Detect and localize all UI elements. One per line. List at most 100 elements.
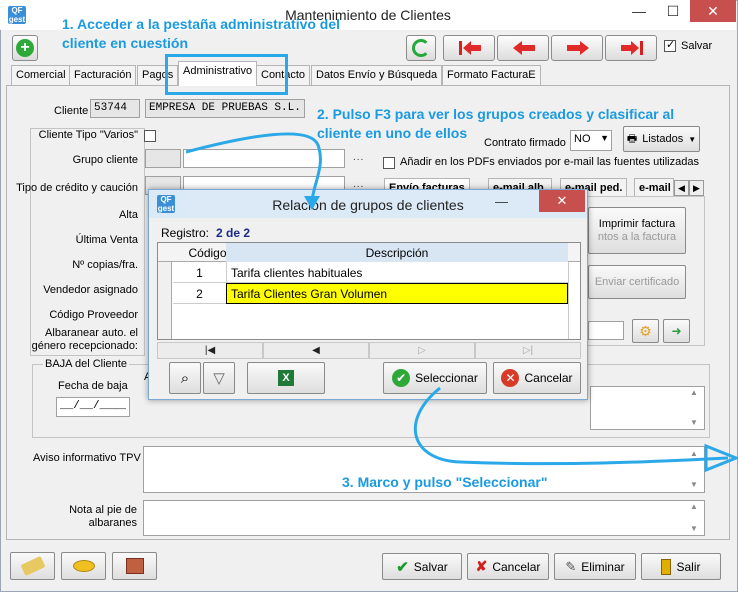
grupo-cliente-lookup[interactable]: ... <box>353 152 364 163</box>
aviso-scroll-up-icon[interactable]: ▲ <box>690 449 698 458</box>
salvar-checkbox-label: Salvar <box>681 40 713 52</box>
table-row[interactable]: 1 Tarifa clientes habituales <box>173 262 568 283</box>
filter-button[interactable]: ▽ <box>203 362 235 394</box>
nav-prev-button[interactable]: ◀ <box>263 342 369 359</box>
dialog-cancelar-button[interactable]: ✕ Cancelar <box>493 362 581 394</box>
tab-highlight-frame <box>165 54 288 95</box>
grid-right-border <box>568 262 569 339</box>
cancelar-button[interactable]: ✘ Cancelar <box>467 553 549 580</box>
table-row-selected[interactable]: 2 Tarifa Clientes Gran Volumen <box>173 283 568 304</box>
dropdown-arrow-icon: ▼ <box>688 134 697 144</box>
cert-field[interactable] <box>588 321 624 340</box>
enviar-certificado-button[interactable]: Enviar certificado <box>588 265 686 299</box>
nota-pie-label-1: Nota al pie de <box>69 504 137 516</box>
nota-scroll-down-icon[interactable]: ▼ <box>690 524 698 533</box>
minimize-button[interactable]: — <box>622 0 656 22</box>
dialog-title: Relacion de grupos de clientes <box>272 197 464 213</box>
printer-icon: 🖶 <box>626 132 638 145</box>
grupo-cliente-code-field[interactable] <box>145 149 181 168</box>
tab-datos-envio[interactable]: Datos Envío y Búsqueda <box>311 65 443 85</box>
search-button[interactable]: ⌕ <box>169 362 201 394</box>
close-button[interactable]: ✕ <box>690 0 736 22</box>
cliente-name-field[interactable]: EMPRESA DE PRUEBAS S.L. <box>145 99 305 118</box>
tab-comercial[interactable]: Comercial <box>11 65 71 85</box>
eliminar-button-label: Eliminar <box>581 559 625 574</box>
vendedor-label: Vendedor asignado <box>43 284 138 296</box>
row-codigo-cell: 2 <box>196 287 203 301</box>
grupos-grid: Código Descripción 1 Tarifa clientes hab… <box>157 242 581 340</box>
subtab-scroll-right[interactable]: ▶ <box>689 180 704 196</box>
imprimir-factura-button[interactable]: Imprimir factura ntos a la factura <box>588 207 686 254</box>
contrato-select[interactable]: NO ▼ <box>570 130 612 151</box>
last-arrow-icon <box>621 41 643 55</box>
first-arrow-icon <box>459 41 481 55</box>
note-2-line-1: 2. Pulso F3 para ver los grupos creados … <box>317 106 675 122</box>
motivo-baja-field[interactable] <box>590 386 705 430</box>
package-button[interactable] <box>112 552 157 580</box>
next-record-button[interactable] <box>551 35 603 61</box>
cross-icon: ✘ <box>475 558 488 574</box>
exit-door-icon <box>661 558 672 575</box>
grupo-cliente-desc-field[interactable] <box>183 149 345 168</box>
binoculars-icon: ⌕ <box>180 369 190 387</box>
gear-icon: ⚙ <box>639 322 652 339</box>
listados-button[interactable]: 🖶 Listados ▼ <box>623 126 700 152</box>
cliente-code-field[interactable]: 53744 <box>90 99 140 118</box>
row-selector-column <box>158 262 172 339</box>
row-desc-cell: Tarifa Clientes Gran Volumen <box>231 287 388 301</box>
tag-icon <box>19 555 46 577</box>
eliminar-button[interactable]: ✎ Eliminar <box>554 553 636 580</box>
scroll-up-icon[interactable]: ▲ <box>690 388 698 397</box>
col-desc-header[interactable]: Descripción <box>226 246 568 260</box>
baja-group-title: BAJA del Cliente <box>43 358 129 370</box>
alta-label: Alta <box>119 209 138 221</box>
tag-button[interactable] <box>10 552 55 580</box>
maximize-button[interactable]: ☐ <box>656 0 690 22</box>
dialog-minimize-button[interactable]: — <box>495 194 508 209</box>
cert-send-button[interactable]: ➜ <box>663 319 690 343</box>
nav-last-button[interactable]: ▷| <box>475 342 581 359</box>
nav-first-button[interactable]: |◀ <box>157 342 263 359</box>
seleccionar-button[interactable]: ✔ Seleccionar <box>383 362 487 394</box>
salvar-button[interactable]: ✔ Salvar <box>382 553 462 580</box>
previous-record-button[interactable] <box>497 35 549 61</box>
tipo-varios-checkbox[interactable] <box>144 130 156 142</box>
nota-pie-label-2: albaranes <box>88 517 137 529</box>
nav-next-button[interactable]: ▷ <box>369 342 475 359</box>
coins-button[interactable] <box>61 552 106 580</box>
registro-value: 2 de 2 <box>216 226 251 240</box>
aviso-tpv-label: Aviso informativo TPV <box>33 452 141 464</box>
pdf-fonts-label: Añadir en los PDFs enviados por e-mail l… <box>400 156 699 168</box>
check-icon: ✔ <box>396 558 409 576</box>
subtab-email[interactable]: e-mail <box>634 178 674 198</box>
export-excel-button[interactable]: X <box>247 362 325 394</box>
note-1-line-2: cliente en cuestión <box>62 35 189 51</box>
nota-pie-field[interactable] <box>143 500 705 536</box>
excel-icon: X <box>278 370 294 386</box>
fecha-baja-field[interactable]: __/__/____ <box>56 397 130 417</box>
salir-button[interactable]: Salir <box>641 553 721 580</box>
cert-settings-button[interactable]: ⚙ <box>632 319 659 343</box>
row-codigo-cell: 1 <box>196 266 203 280</box>
dialog-close-button[interactable]: ✕ <box>539 190 585 212</box>
subtab-scroll-left[interactable]: ◀ <box>674 180 689 196</box>
albaranear-label-2: género recepcionado: <box>31 340 138 352</box>
albaranear-label-1: Albaranear auto. el <box>45 327 138 339</box>
prev-arrow-icon <box>513 41 535 55</box>
grupos-dialog: QF gest Relacion de grupos de clientes —… <box>148 189 588 400</box>
check-circle-icon: ✔ <box>392 369 411 387</box>
refresh-button[interactable] <box>406 35 436 61</box>
scroll-down-icon[interactable]: ▼ <box>690 418 698 427</box>
tab-formato-facturae[interactable]: Formato FacturaE <box>442 65 541 85</box>
first-record-button[interactable] <box>443 35 495 61</box>
salvar-checkbox[interactable]: ✓ <box>664 39 676 52</box>
tab-facturacion[interactable]: Facturación <box>69 65 137 85</box>
last-record-button[interactable] <box>605 35 657 61</box>
listados-label: Listados <box>642 133 684 145</box>
chevron-down-icon: ▼ <box>600 133 609 143</box>
aviso-scroll-down-icon[interactable]: ▼ <box>690 480 698 489</box>
nota-scroll-up-icon[interactable]: ▲ <box>690 502 698 511</box>
add-button[interactable]: + <box>12 35 38 61</box>
erase-icon: ✎ <box>565 558 577 574</box>
pdf-fonts-checkbox[interactable] <box>383 157 395 169</box>
